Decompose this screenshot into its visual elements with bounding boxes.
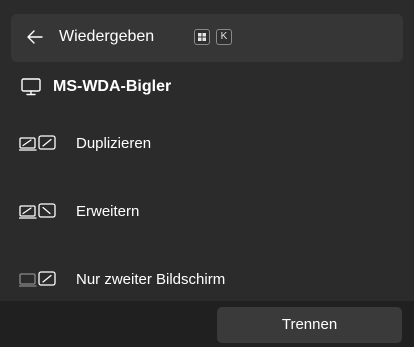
- option-label: Nur zweiter Bildschirm: [76, 271, 226, 288]
- device-name: MS-WDA-Bigler: [53, 78, 172, 95]
- panel-footer: Trennen: [0, 301, 414, 347]
- monitor-icon: [21, 78, 41, 96]
- disconnect-button[interactable]: Trennen: [217, 307, 402, 343]
- arrow-left-icon[interactable]: [25, 27, 45, 47]
- option-second-screen-only[interactable]: Nur zweiter Bildschirm: [0, 258, 414, 302]
- panel-title: Wiedergeben: [59, 28, 155, 45]
- second-screen-only-icon: [19, 271, 56, 287]
- panel-header: Wiedergeben K: [11, 14, 403, 62]
- duplicate-screens-icon: [19, 135, 56, 151]
- shortcut-key-k: K: [216, 29, 232, 45]
- windows-key-icon: [194, 29, 210, 45]
- connected-device: MS-WDA-Bigler: [0, 70, 414, 104]
- project-panel: Wiedergeben K MS-WDA-Bigler Duplizieren: [0, 0, 414, 347]
- extend-screens-icon: [19, 203, 56, 219]
- option-label: Duplizieren: [76, 135, 152, 152]
- option-duplicate[interactable]: Duplizieren: [0, 122, 414, 166]
- option-extend[interactable]: Erweitern: [0, 190, 414, 234]
- option-label: Erweitern: [76, 203, 140, 220]
